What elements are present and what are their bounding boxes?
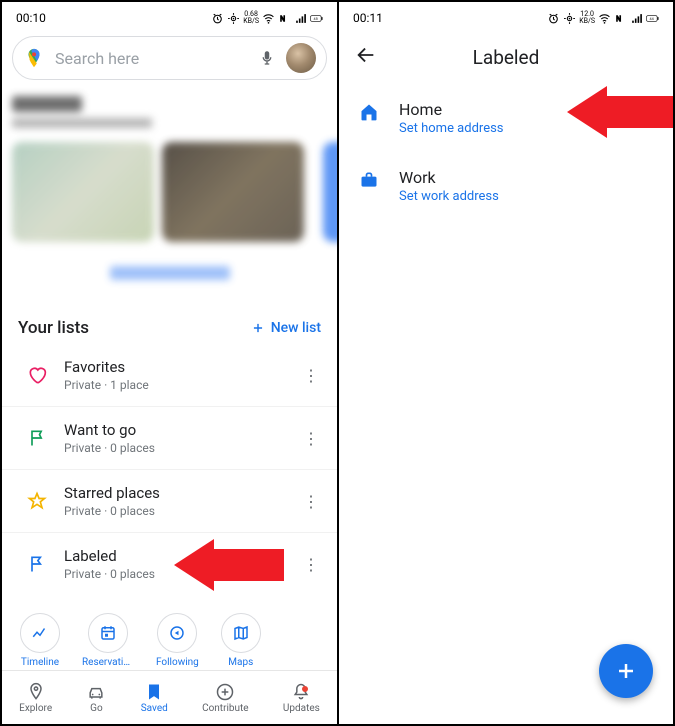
chip-following[interactable]: Following (156, 613, 199, 668)
google-maps-icon (23, 47, 45, 69)
flag-icon (27, 428, 47, 448)
map-icon (232, 624, 250, 642)
battery-icon: 45 (310, 12, 323, 25)
star-icon (27, 491, 47, 511)
list-title: Labeled (64, 547, 301, 565)
search-bar[interactable]: Search here (12, 36, 327, 80)
labeled-home[interactable]: Home Set home address (339, 84, 673, 152)
screen-saved: 00:10 0.68KB/S 45 Search here Your lists… (1, 1, 338, 725)
following-icon (168, 624, 186, 642)
more-icon[interactable]: ⋮ (301, 555, 321, 574)
status-bar: 00:11 12.0KB/S 44 (339, 2, 673, 30)
home-icon (359, 102, 379, 122)
car-icon (86, 682, 106, 702)
chip-maps[interactable]: Maps (221, 613, 261, 668)
nav-go[interactable]: Go (86, 682, 106, 714)
labeled-title: Work (399, 168, 499, 187)
volte-icon (614, 12, 627, 25)
new-list-button[interactable]: New list (251, 320, 321, 336)
plus-circle-icon (215, 682, 235, 702)
wifi-icon (262, 12, 275, 25)
bell-icon (291, 682, 311, 702)
status-time: 00:10 (16, 11, 46, 25)
data-speed: 12.0KB/S (579, 11, 595, 25)
screen-labeled: 00:11 12.0KB/S 44 Labeled Home Set home a… (338, 1, 674, 725)
status-bar: 00:10 0.68KB/S 45 (2, 2, 337, 30)
your-lists-header: Your lists New list (2, 304, 337, 344)
list-labeled[interactable]: Labeled Private · 0 places ⋮ (2, 533, 337, 595)
list-starred[interactable]: Starred places Private · 0 places ⋮ (2, 470, 337, 533)
avatar[interactable] (286, 43, 316, 73)
nav-explore[interactable]: Explore (19, 682, 52, 714)
status-icons: 0.68KB/S 45 (211, 11, 323, 25)
signal-icon (294, 12, 307, 25)
pin-icon (26, 682, 46, 702)
data-speed: 0.68KB/S (243, 11, 259, 25)
more-icon[interactable]: ⋮ (301, 429, 321, 448)
page-title: Labeled (355, 46, 657, 69)
battery-icon: 44 (646, 12, 659, 25)
bookmark-icon (144, 682, 164, 702)
list-want-to-go[interactable]: Want to go Private · 0 places ⋮ (2, 407, 337, 470)
briefcase-icon (359, 170, 379, 190)
mic-icon[interactable] (258, 49, 276, 67)
list-sub: Private · 0 places (64, 504, 301, 518)
labeled-header: Labeled (339, 30, 673, 84)
more-icon[interactable]: ⋮ (301, 366, 321, 385)
plus-icon (614, 659, 638, 683)
status-time: 00:11 (353, 11, 383, 25)
wifi-icon (598, 12, 611, 25)
list-title: Favorites (64, 358, 301, 376)
status-icons: 12.0KB/S 44 (547, 11, 659, 25)
label-flag-icon (27, 554, 47, 574)
alarm-icon (547, 12, 560, 25)
nav-saved[interactable]: Saved (141, 682, 168, 714)
labeled-sub: Set work address (399, 189, 499, 204)
heart-icon (27, 365, 47, 385)
blurred-content (2, 86, 337, 304)
svg-text:45: 45 (313, 17, 317, 21)
labeled-sub: Set home address (399, 121, 504, 136)
nav-updates[interactable]: Updates (283, 682, 320, 714)
location-icon (563, 12, 576, 25)
chip-timeline[interactable]: Timeline (20, 613, 60, 668)
red-arrow-annotation (567, 86, 674, 138)
signal-icon (630, 12, 643, 25)
plus-icon (251, 321, 265, 335)
list-sub: Private · 0 places (64, 567, 301, 581)
volte-icon (278, 12, 291, 25)
svg-text:44: 44 (649, 17, 653, 21)
calendar-icon (99, 624, 117, 642)
search-placeholder: Search here (55, 49, 248, 68)
more-icon[interactable]: ⋮ (301, 492, 321, 511)
chip-reservations[interactable]: Reservations (82, 613, 134, 668)
nav-contribute[interactable]: Contribute (202, 682, 249, 714)
list-favorites[interactable]: Favorites Private · 1 place ⋮ (2, 344, 337, 407)
timeline-icon (31, 624, 49, 642)
list-title: Starred places (64, 484, 301, 502)
your-lists-title: Your lists (18, 318, 89, 338)
labeled-work[interactable]: Work Set work address (339, 152, 673, 220)
list-title: Want to go (64, 421, 301, 439)
location-icon (227, 12, 240, 25)
notification-dot (302, 686, 308, 692)
list-sub: Private · 1 place (64, 378, 301, 392)
alarm-icon (211, 12, 224, 25)
bottom-nav: Explore Go Saved Contribute Updates (2, 670, 337, 724)
chip-row: Timeline Reservations Following Maps (2, 595, 337, 668)
labeled-title: Home (399, 100, 504, 119)
fab-add[interactable] (599, 644, 653, 698)
list-sub: Private · 0 places (64, 441, 301, 455)
